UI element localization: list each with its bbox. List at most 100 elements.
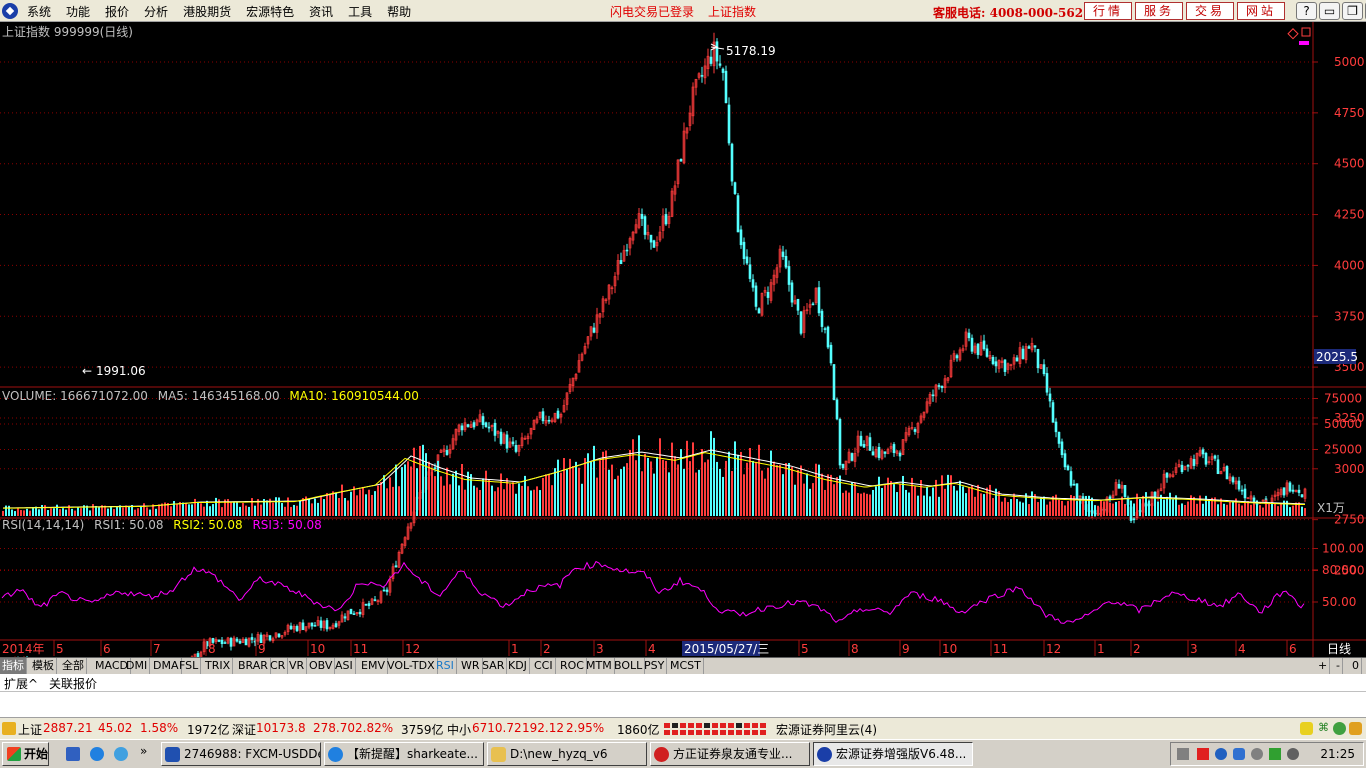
related-quote-tab[interactable]: 关联报价 — [49, 675, 97, 692]
help-button[interactable]: ? — [1296, 2, 1317, 20]
nav-trade-button[interactable]: 交易 — [1186, 2, 1234, 20]
candlestick-series[interactable] — [2, 32, 1307, 657]
taskbar-window-hongyuan[interactable]: 宏源证券增强版V6.48... — [813, 742, 973, 766]
tab-mcst[interactable]: MCST — [668, 658, 704, 675]
nav-website-button[interactable]: 网站 — [1237, 2, 1285, 20]
sz-name[interactable]: 深证 — [232, 721, 256, 738]
zx-name[interactable]: 中小 — [447, 721, 471, 738]
desktop-icon[interactable] — [66, 747, 80, 761]
notify-icon[interactable] — [1300, 722, 1313, 735]
tab-wr[interactable]: WR — [459, 658, 483, 675]
tab-trix[interactable]: TRIX — [203, 658, 234, 675]
tab-vr[interactable]: VR — [287, 658, 308, 675]
tab-fsl[interactable]: FSL — [177, 658, 202, 675]
candle-body — [541, 411, 545, 422]
tab-psy[interactable]: PSY — [642, 658, 668, 675]
expand-tab[interactable]: 扩展^ — [4, 675, 38, 692]
tab-asi[interactable]: ASI — [333, 658, 356, 675]
main-menu: 系统 功能 报价 分析 港股期货 宏源特色 资讯 工具 帮助 — [27, 3, 426, 20]
sync-icon[interactable] — [1287, 748, 1299, 760]
settings-icon[interactable] — [1349, 722, 1362, 735]
volume-bar — [1001, 501, 1003, 516]
taskbar-window-founder[interactable]: 方正证券泉友通专业... — [650, 742, 810, 766]
tab-emv[interactable]: EMV — [359, 658, 388, 675]
volume-bar — [866, 493, 868, 516]
start-button[interactable]: 开始 — [2, 742, 49, 766]
login-text[interactable]: 闪电交易已登录 — [610, 5, 694, 19]
network-icon[interactable] — [1215, 748, 1227, 760]
menu-hk-futures[interactable]: 港股期货 — [183, 3, 231, 20]
status-lock-icon[interactable] — [2, 722, 16, 735]
tab-obv[interactable]: OBV — [307, 658, 336, 675]
menu-function[interactable]: 功能 — [66, 3, 90, 20]
tab-boll[interactable]: BOLL — [612, 658, 646, 675]
sh-name[interactable]: 上证 — [18, 721, 42, 738]
app-logo-icon[interactable] — [2, 3, 18, 19]
tab-roc[interactable]: ROC — [558, 658, 587, 675]
nav-market-button[interactable]: 行情 — [1084, 2, 1132, 20]
month-label: 3 — [1190, 642, 1198, 656]
candle-body — [1033, 345, 1037, 348]
tab-指标[interactable]: 指标 — [0, 658, 27, 675]
menu-hongyuan[interactable]: 宏源特色 — [246, 3, 294, 20]
kline-corner-icons[interactable] — [1287, 27, 1311, 45]
shield-icon[interactable] — [1233, 748, 1245, 760]
taskbar-window-reminder[interactable]: 【新提醒】sharkeate... — [324, 742, 484, 766]
menu-help[interactable]: 帮助 — [387, 3, 411, 20]
volume-bar — [1184, 504, 1186, 516]
tab-rsi[interactable]: RSI — [434, 658, 457, 675]
quicklaunch-more[interactable]: » — [140, 744, 147, 758]
volume-bar — [176, 503, 178, 516]
tab-全部[interactable]: 全部 — [60, 658, 87, 675]
tab-cr[interactable]: CR — [268, 658, 289, 675]
zoom-out-button[interactable]: - — [1334, 658, 1343, 675]
volume-bar — [635, 460, 637, 516]
volume-bar — [353, 486, 355, 516]
diamond-icon[interactable] — [1287, 28, 1299, 40]
tab-模板[interactable]: 模板 — [30, 658, 57, 675]
tab-cci[interactable]: CCI — [532, 658, 556, 675]
ie-icon[interactable] — [90, 747, 104, 761]
taskbar-window-label: 宏源证券增强版V6.48... — [836, 747, 967, 761]
browser-icon[interactable] — [114, 747, 128, 761]
tab-dmi[interactable]: DMI — [124, 658, 151, 675]
keyboard-icon[interactable] — [1177, 748, 1189, 760]
volume-bar — [665, 460, 667, 516]
server-name[interactable]: 宏源证券阿里云(4) — [776, 721, 877, 738]
volume-bar — [578, 467, 580, 516]
menu-info[interactable]: 资讯 — [309, 3, 333, 20]
candle-body — [970, 337, 974, 352]
volume-bar — [533, 489, 535, 516]
volume-bar — [584, 458, 586, 516]
tab-brar[interactable]: BRAR — [236, 658, 271, 675]
period-label[interactable]: 日线 — [1327, 642, 1351, 656]
breadth-cell — [720, 730, 726, 735]
menu-system[interactable]: 系统 — [27, 3, 51, 20]
flag-icon[interactable] — [1197, 748, 1209, 760]
candle-body — [931, 394, 935, 397]
taskbar-window-folder[interactable]: D:\new_hyzq_v6 — [487, 742, 647, 766]
menu-analysis[interactable]: 分析 — [144, 3, 168, 20]
chart-area[interactable]: 上证指数 999999(日线) 5178.19 ← 1991.06 500047… — [0, 22, 1366, 657]
tab-mtm[interactable]: MTM — [584, 658, 615, 675]
tab-vol-tdx[interactable]: VOL-TDX — [385, 658, 438, 675]
volume-bar — [197, 501, 199, 516]
minimize-button[interactable]: ▭ — [1319, 2, 1340, 20]
reset-button[interactable]: 0 — [1350, 658, 1362, 675]
volume-bar — [743, 474, 745, 516]
volume-bar — [215, 497, 217, 516]
volume-bar — [374, 491, 376, 516]
zoom-in-button[interactable]: + — [1316, 658, 1331, 675]
nav-service-button[interactable]: 服务 — [1135, 2, 1183, 20]
window-icon[interactable] — [1301, 27, 1311, 37]
restore-button[interactable]: ❐ — [1342, 2, 1363, 20]
volume-bars[interactable] — [2, 431, 1306, 516]
taskbar-window-fxcm[interactable]: 2746988: FXCM-USDDe... — [161, 742, 321, 766]
menu-tools[interactable]: 工具 — [348, 3, 372, 20]
menu-quote[interactable]: 报价 — [105, 3, 129, 20]
tab-sar[interactable]: SAR — [480, 658, 508, 675]
speaker-icon[interactable] — [1251, 748, 1263, 760]
tab-kdj[interactable]: KDJ — [506, 658, 530, 675]
antivirus-icon[interactable] — [1269, 748, 1281, 760]
candle-body — [724, 70, 728, 104]
